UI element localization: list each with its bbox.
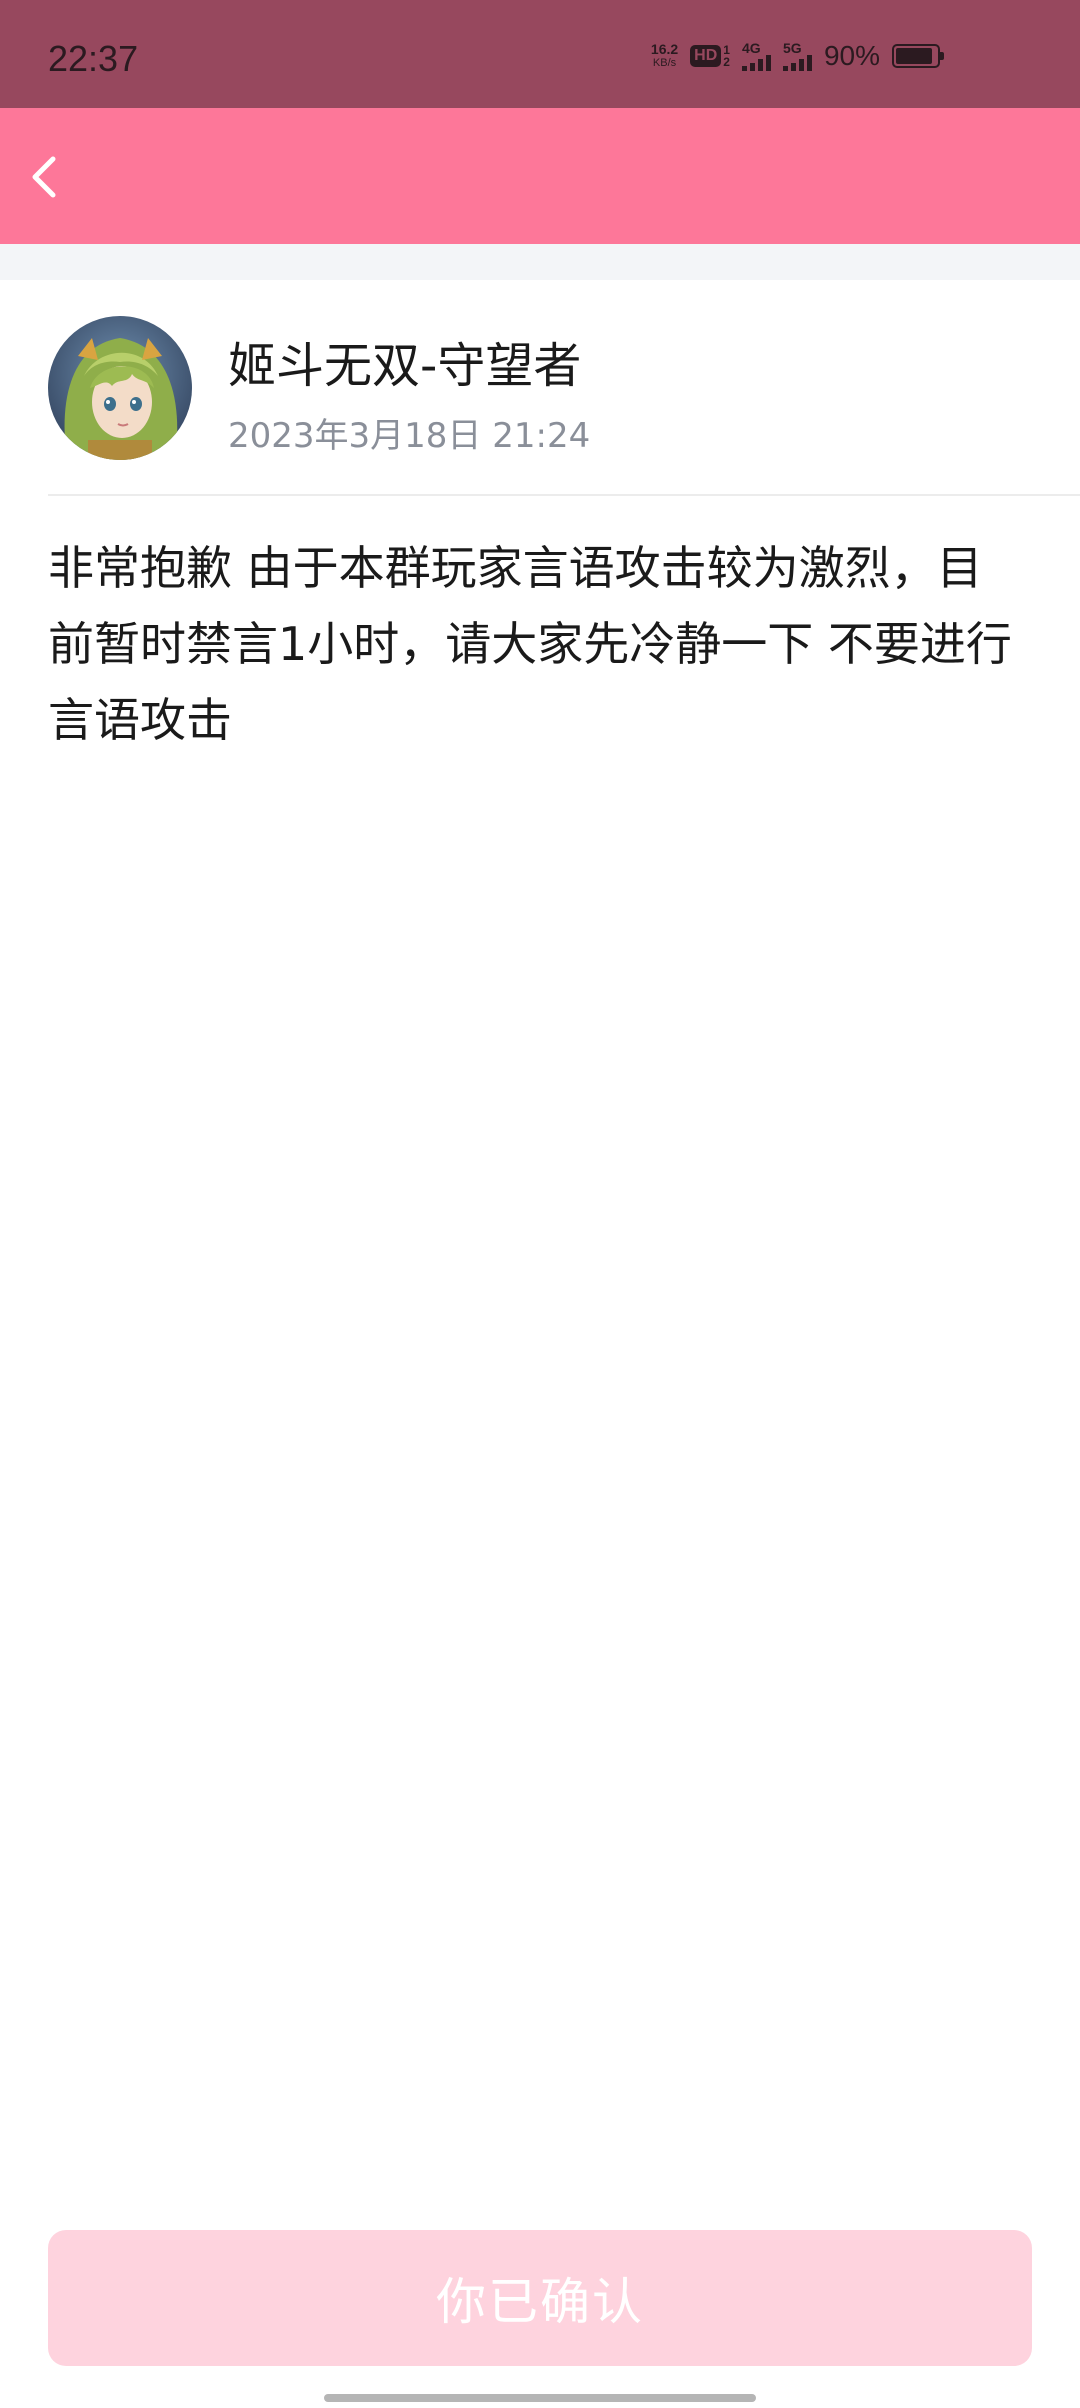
confirm-button[interactable]: 你已确认 [48,2230,1032,2366]
announcement-body: 非常抱歉 由于本群玩家言语攻击较为激烈，目前暂时禁言1小时，请大家先冷静一下 不… [48,541,1012,747]
signal-4g-icon: 4G [741,40,771,71]
chevron-left-icon [32,156,56,198]
net-speed: 16.2 KB/s [651,42,678,70]
divider [48,494,1080,496]
top-app-bar [0,108,1080,244]
home-indicator[interactable] [324,2394,756,2402]
hd-icon: HD 1 2 [690,44,730,68]
signal-5g-label: 5G [782,40,802,56]
section-spacer [0,244,1080,280]
net-speed-unit: KB/s [652,57,677,69]
avatar-image [48,316,192,460]
status-bar: 22:37 16.2 KB/s HD 1 2 4G 5G 90% [0,0,1080,108]
status-time: 22:37 [48,38,139,79]
author-name: 姬斗无双-守望者 [228,338,582,394]
battery-percent: 90% [823,40,880,71]
signal-5g-icon: 5G [782,40,812,71]
hd-label: HD [690,45,722,67]
avatar[interactable] [48,316,192,460]
hd-sub-bottom: 2 [723,55,730,69]
status-icons: 16.2 KB/s HD 1 2 4G 5G 90% [651,34,944,78]
battery-fill [896,48,932,64]
post-timestamp: 2023年3月18日 21:24 [228,416,591,456]
signal-4g-label: 4G [741,40,761,56]
battery-icon [892,44,944,68]
announcement-screen: 22:37 16.2 KB/s HD 1 2 4G 5G 90% 姬斗无双-守望… [0,0,1080,2408]
net-speed-value: 16.2 [650,41,679,57]
back-button[interactable] [10,142,80,212]
